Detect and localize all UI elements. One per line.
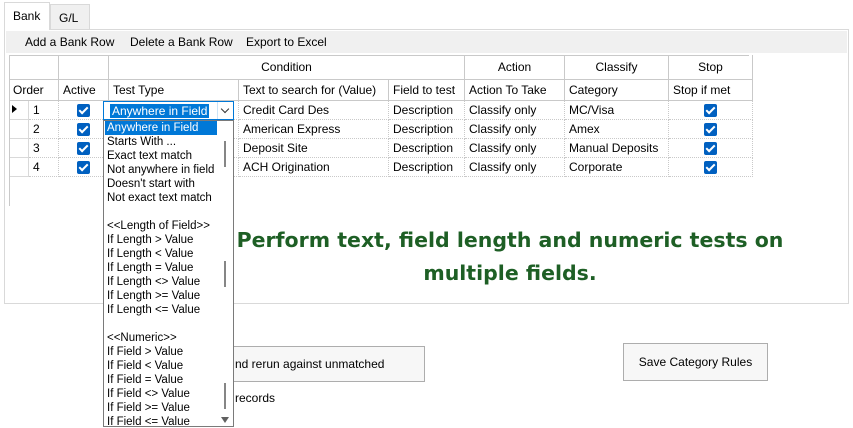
cell-category[interactable]: Manual Deposits bbox=[565, 139, 669, 158]
group-header-classify: Classify bbox=[565, 55, 669, 80]
dropdown-option[interactable]: If Field > Value bbox=[105, 345, 217, 359]
dropdown-option[interactable]: If Length <> Value bbox=[105, 275, 217, 289]
column-header-active[interactable]: Active bbox=[59, 80, 109, 101]
current-row-arrow-icon bbox=[12, 105, 17, 113]
promo-text: Perform text, field length and numeric t… bbox=[230, 224, 790, 290]
add-bank-row-menu-item[interactable]: Add a Bank Row bbox=[25, 35, 114, 49]
dropdown-option[interactable]: Starts With ... bbox=[105, 135, 217, 149]
cell-stop[interactable] bbox=[669, 120, 753, 139]
cell-active[interactable] bbox=[59, 101, 109, 120]
dropdown-option[interactable]: If Length <= Value bbox=[105, 303, 217, 317]
dropdown-option[interactable]: <<Length of Field>> bbox=[105, 219, 217, 233]
cell-action[interactable]: Classify only bbox=[465, 158, 565, 177]
cell-order[interactable]: 2 bbox=[29, 120, 59, 139]
cell-category[interactable]: MC/Visa bbox=[565, 101, 669, 120]
dropdown-option[interactable]: <<Numeric>> bbox=[105, 331, 217, 345]
scrollbar-thumb[interactable] bbox=[224, 261, 226, 287]
cell-stop[interactable] bbox=[669, 158, 753, 177]
tab-strip: Bank G/L bbox=[0, 0, 853, 30]
dropdown-option[interactable]: Not exact text match bbox=[105, 191, 217, 205]
cell-order[interactable]: 1 bbox=[29, 101, 59, 120]
cell-category[interactable]: Amex bbox=[565, 120, 669, 139]
dropdown-option[interactable]: If Field = Value bbox=[105, 373, 217, 387]
dropdown-option[interactable] bbox=[105, 317, 217, 331]
cell-stop[interactable] bbox=[669, 101, 753, 120]
row-header[interactable] bbox=[9, 158, 29, 177]
cell-search-text[interactable]: ACH Origination bbox=[239, 158, 389, 177]
column-header-stop[interactable]: Stop if met bbox=[669, 80, 753, 101]
promo-line-1: Perform text, field length and numeric t… bbox=[236, 228, 784, 252]
delete-bank-row-menu-item[interactable]: Delete a Bank Row bbox=[130, 35, 233, 49]
dropdown-option[interactable]: Not anywhere in field bbox=[105, 163, 217, 177]
active-checkbox[interactable] bbox=[77, 104, 90, 117]
row-header[interactable] bbox=[9, 139, 29, 158]
column-header-action[interactable]: Action To Take bbox=[465, 80, 565, 101]
stop-checkbox[interactable] bbox=[704, 123, 717, 136]
test-type-selected-value: Anywhere in Field bbox=[110, 104, 210, 118]
group-header-action: Action bbox=[465, 55, 565, 80]
cell-action[interactable]: Classify only bbox=[465, 101, 565, 120]
cell-search-text[interactable]: Deposit Site bbox=[239, 139, 389, 158]
group-header-condition: Condition bbox=[109, 55, 465, 80]
active-checkbox[interactable] bbox=[77, 142, 90, 155]
dropdown-option[interactable]: If Field >= Value bbox=[105, 401, 217, 415]
column-header-field[interactable]: Field to test bbox=[389, 80, 465, 101]
column-header-order[interactable]: Order bbox=[9, 80, 59, 101]
cell-category[interactable]: Corporate bbox=[565, 158, 669, 177]
dropdown-option[interactable] bbox=[105, 205, 217, 219]
cell-action[interactable]: Classify only bbox=[465, 139, 565, 158]
cell-field[interactable]: Description bbox=[389, 139, 465, 158]
scroll-down-arrow-icon[interactable] bbox=[221, 417, 229, 423]
test-type-combobox[interactable]: Anywhere in Field bbox=[103, 101, 234, 120]
test-type-dropdown-list[interactable]: Anywhere in Field Starts With ... Exact … bbox=[103, 120, 234, 427]
cell-stop[interactable] bbox=[669, 139, 753, 158]
dropdown-scrollbar[interactable] bbox=[217, 121, 233, 426]
group-header-blank-2 bbox=[59, 55, 109, 80]
dropdown-option[interactable]: Exact text match bbox=[105, 149, 217, 163]
cell-field[interactable]: Description bbox=[389, 158, 465, 177]
promo-line-2: multiple fields. bbox=[423, 261, 597, 285]
dropdown-option[interactable]: If Field <> Value bbox=[105, 387, 217, 401]
dropdown-option[interactable]: Anywhere in Field bbox=[105, 121, 217, 135]
menu-bar: Add a Bank Row Delete a Bank Row Export … bbox=[6, 31, 847, 53]
column-header-category[interactable]: Category bbox=[565, 80, 669, 101]
tab-gl[interactable]: G/L bbox=[50, 4, 90, 30]
group-header-stop: Stop bbox=[669, 55, 753, 80]
stop-checkbox[interactable] bbox=[704, 104, 717, 117]
dropdown-option[interactable]: If Length >= Value bbox=[105, 289, 217, 303]
dropdown-option[interactable]: If Length > Value bbox=[105, 233, 217, 247]
group-header-blank bbox=[9, 55, 59, 80]
stop-checkbox[interactable] bbox=[704, 161, 717, 174]
cell-order[interactable]: 4 bbox=[29, 158, 59, 177]
stop-checkbox[interactable] bbox=[704, 142, 717, 155]
chevron-down-icon[interactable] bbox=[217, 102, 233, 119]
export-to-excel-menu-item[interactable]: Export to Excel bbox=[246, 35, 327, 49]
row-header[interactable] bbox=[9, 120, 29, 139]
cell-active[interactable] bbox=[59, 158, 109, 177]
dropdown-option[interactable]: Doesn't start with bbox=[105, 177, 217, 191]
row-header[interactable] bbox=[9, 101, 29, 120]
save-category-rules-button[interactable]: Save Category Rules bbox=[623, 343, 768, 381]
cell-field[interactable]: Description bbox=[389, 120, 465, 139]
cell-action[interactable]: Classify only bbox=[465, 120, 565, 139]
active-checkbox[interactable] bbox=[77, 123, 90, 136]
rerun-unmatched-button[interactable]: nd rerun against unmatched records bbox=[216, 346, 425, 405]
scrollbar-thumb[interactable] bbox=[224, 383, 226, 409]
dropdown-option[interactable]: If Length < Value bbox=[105, 247, 217, 261]
cell-order[interactable]: 3 bbox=[29, 139, 59, 158]
tab-bank[interactable]: Bank bbox=[4, 2, 50, 30]
cell-active[interactable] bbox=[59, 120, 109, 139]
scrollbar-thumb[interactable] bbox=[224, 141, 226, 167]
cell-active[interactable] bbox=[59, 139, 109, 158]
dropdown-option[interactable]: If Field < Value bbox=[105, 359, 217, 373]
column-header-test-type[interactable]: Test Type bbox=[109, 80, 239, 101]
active-checkbox[interactable] bbox=[77, 161, 90, 174]
column-header-search-text[interactable]: Text to search for (Value) bbox=[239, 80, 389, 101]
cell-field[interactable]: Description bbox=[389, 101, 465, 120]
cell-search-text[interactable]: American Express bbox=[239, 120, 389, 139]
dropdown-option[interactable]: If Field <= Value bbox=[105, 415, 217, 426]
cell-search-text[interactable]: Credit Card Des bbox=[239, 101, 389, 120]
dropdown-option[interactable]: If Length = Value bbox=[105, 261, 217, 275]
